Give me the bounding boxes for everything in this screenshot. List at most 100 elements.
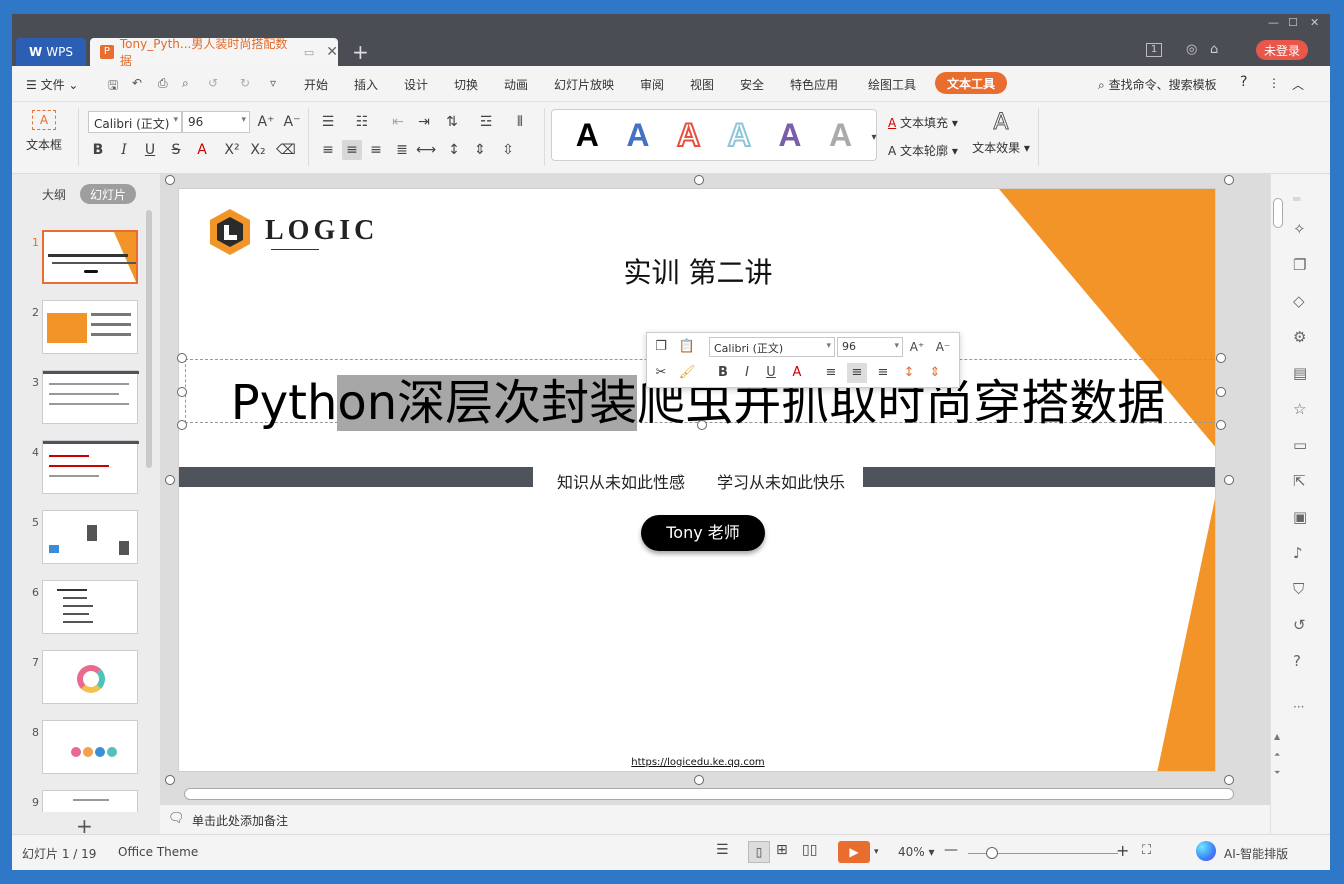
notes-bar[interactable]: 🗨 单击此处添加备注 xyxy=(160,804,1270,834)
text-style-gray[interactable]: A xyxy=(829,119,852,151)
menu-transition[interactable]: 切换 xyxy=(454,76,478,93)
maximize-icon[interactable]: ☐ xyxy=(1288,16,1298,29)
menu-file[interactable]: ☰ 文件 ⌄ xyxy=(26,76,78,93)
float-paste-icon[interactable]: 📋 xyxy=(677,337,697,357)
redo-icon[interactable]: ↻ xyxy=(240,76,250,90)
menu-drawing-tools[interactable]: 绘图工具 xyxy=(868,76,916,93)
textbox-handle[interactable] xyxy=(697,420,707,430)
slide-thumbnail-8[interactable] xyxy=(42,720,138,774)
slide-thumbnail-9[interactable] xyxy=(42,790,138,812)
gallery-icon[interactable]: ▤ xyxy=(1293,364,1307,382)
menu-review[interactable]: 审阅 xyxy=(640,76,664,93)
menu-security[interactable]: 安全 xyxy=(740,76,764,93)
vertical-scrollbar[interactable] xyxy=(1273,198,1283,228)
font-size-select[interactable]: 96 xyxy=(182,111,250,133)
slide-thumbnail-4[interactable] xyxy=(42,440,139,494)
share-icon[interactable]: ⇱ xyxy=(1293,472,1306,490)
tab-document[interactable]: P Tony_Pyth...男人装时尚搭配数据 ▭ ✕ xyxy=(90,37,338,68)
slide-thumbnail-2[interactable] xyxy=(42,300,138,354)
textbox-handle[interactable] xyxy=(177,353,187,363)
tab-slides[interactable]: 幻灯片 xyxy=(80,184,137,204)
ai-orb-icon[interactable] xyxy=(1196,841,1216,861)
undo-history-icon[interactable]: ↶ xyxy=(132,76,142,90)
add-tab-button[interactable]: + xyxy=(352,40,369,64)
text-style-cyan-outline[interactable]: A xyxy=(727,118,752,152)
paragraph-settings-icon[interactable]: ⇳ xyxy=(498,140,518,160)
decrease-font-icon[interactable]: A⁻ xyxy=(282,112,302,132)
strikethrough-icon[interactable]: S xyxy=(166,140,186,160)
paragraph-spacing-icon[interactable]: ⇕ xyxy=(470,140,490,160)
window-count-badge[interactable]: 1 xyxy=(1146,43,1162,57)
preview-icon[interactable]: ⌕ xyxy=(182,76,189,91)
textbox-handle[interactable] xyxy=(1216,353,1226,363)
zoom-slider-thumb[interactable] xyxy=(986,847,998,859)
gallery-more-icon[interactable]: ▾ xyxy=(864,128,884,148)
notes-view-icon[interactable]: ☰ xyxy=(716,842,729,858)
settings-icon[interactable]: ⚙ xyxy=(1293,328,1306,346)
text-style-gallery[interactable]: A A A A A A xyxy=(551,109,877,161)
image-icon[interactable]: ▣ xyxy=(1293,508,1307,526)
copy-style-icon[interactable]: ❐ xyxy=(1293,256,1306,274)
help-icon[interactable]: ? xyxy=(1240,74,1247,90)
float-italic-icon[interactable]: I xyxy=(737,363,757,383)
resize-handle[interactable] xyxy=(694,775,704,785)
float-paragraph-spacing-icon[interactable]: ⇕ xyxy=(925,363,945,383)
resize-handle[interactable] xyxy=(1224,175,1234,185)
text-effect-button[interactable]: A 文本效果 ▾ xyxy=(972,110,1030,156)
horizontal-scrollbar[interactable] xyxy=(184,788,1234,800)
font-name-select[interactable]: Calibri (正文) xyxy=(88,111,182,133)
menu-view[interactable]: 视图 xyxy=(690,76,714,93)
minimize-icon[interactable]: — xyxy=(1268,16,1279,29)
textbox-handle[interactable] xyxy=(1216,420,1226,430)
columns-icon[interactable]: ⫴ xyxy=(510,112,530,132)
resize-handle[interactable] xyxy=(1224,475,1234,485)
help-circle-icon[interactable]: ? xyxy=(1293,652,1301,670)
slide-url-link[interactable]: https://logicedu.ke.qq.com xyxy=(179,757,1215,768)
font-color-icon[interactable]: A xyxy=(192,140,212,160)
menu-slideshow[interactable]: 幻灯片放映 xyxy=(554,76,614,93)
normal-view-icon[interactable]: ▯ xyxy=(748,841,770,863)
tab-wps-home[interactable]: W WPS xyxy=(16,38,86,66)
float-line-spacing-icon[interactable]: ↕ xyxy=(899,363,919,383)
history-icon[interactable]: ↺ xyxy=(1293,616,1306,634)
slide-canvas[interactable]: LOGIC 实训 第二讲 Python深层次封装爬虫并抓取时尚穿搭数据 知识从未… xyxy=(178,188,1216,772)
align-left-icon[interactable]: ≡ xyxy=(318,140,338,160)
decrease-indent-icon[interactable]: ⇤ xyxy=(388,112,408,132)
prev-slide-icon[interactable]: ⏶ xyxy=(1274,750,1280,760)
underline-icon[interactable]: U xyxy=(140,140,160,160)
text-style-blue[interactable]: A xyxy=(626,119,649,151)
magic-icon[interactable]: ✧ xyxy=(1293,220,1306,238)
play-dropdown-icon[interactable]: ▾ xyxy=(874,847,879,857)
play-slideshow-icon[interactable]: ▶ xyxy=(838,841,870,863)
shield-icon[interactable]: ⛉ xyxy=(1293,580,1304,598)
bullet-list-icon[interactable]: ☰ xyxy=(318,112,338,132)
text-style-red-outline[interactable]: A xyxy=(676,118,701,152)
justify-icon[interactable]: ≣ xyxy=(392,140,412,160)
slide-thumbnail-6[interactable] xyxy=(42,580,138,634)
notes-placeholder[interactable]: 单击此处添加备注 xyxy=(192,812,288,829)
clear-format-icon[interactable]: ⌫ xyxy=(276,140,296,160)
float-bold-icon[interactable]: B xyxy=(713,363,733,383)
float-font-name-select[interactable]: Calibri (正文) xyxy=(709,337,835,357)
distribute-icon[interactable]: ⟷ xyxy=(416,140,436,160)
italic-icon[interactable]: I xyxy=(114,140,134,160)
slide-thumbnail-7[interactable] xyxy=(42,650,138,704)
text-style-purple[interactable]: A xyxy=(778,119,801,151)
float-increase-font-icon[interactable]: A⁺ xyxy=(907,337,927,357)
slide-thumbnail-3[interactable] xyxy=(42,370,139,424)
collapse-ribbon-icon[interactable]: ︿ xyxy=(1292,76,1304,93)
subscript-icon[interactable]: X₂ xyxy=(248,140,268,160)
align-right-icon[interactable]: ≡ xyxy=(366,140,386,160)
menu-home[interactable]: 开始 xyxy=(304,76,328,93)
panel-scrollbar[interactable] xyxy=(146,210,152,468)
star-icon[interactable]: ☆ xyxy=(1293,400,1306,418)
ai-layout-button[interactable]: AI-智能排版 xyxy=(1224,845,1288,862)
resize-handle[interactable] xyxy=(1224,775,1234,785)
print-icon[interactable]: ⎙ xyxy=(158,76,168,91)
reading-view-icon[interactable]: ▯▯ xyxy=(802,842,817,858)
align-center-icon[interactable]: ≡ xyxy=(342,140,362,160)
text-outline-button[interactable]: A 文本轮廓 ▾ xyxy=(888,142,958,159)
close-tab-icon[interactable]: ✕ xyxy=(326,44,338,60)
menu-special[interactable]: 特色应用 xyxy=(790,76,838,93)
float-align-left-icon[interactable]: ≡ xyxy=(821,363,841,383)
